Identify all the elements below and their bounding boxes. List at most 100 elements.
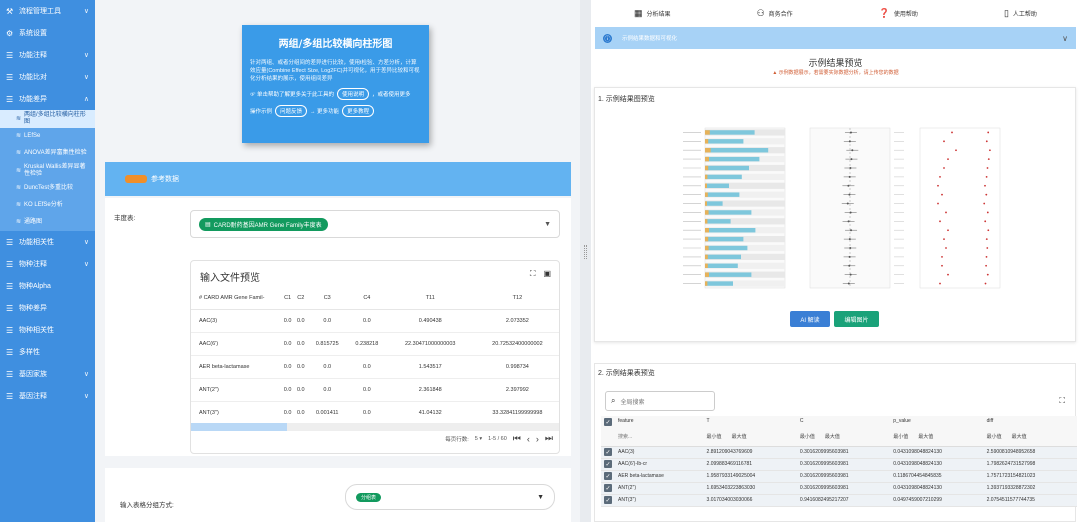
row-checkbox[interactable]: ✓ [604,496,612,504]
column-header[interactable]: # CARD AMR Gene Famil- [191,287,281,310]
column-header[interactable]: T11 [386,287,474,310]
tab-handshake[interactable]: ⚇ 商务合作 [757,8,793,19]
sidebar-item[interactable]: ☰ 功能相关性 ∨ [0,231,95,253]
min-filter-input[interactable]: 最小值 [893,433,908,440]
sidebar-item[interactable]: ☰ 基因家族 ∨ [0,363,95,385]
min-filter-input[interactable]: 最小值 [707,433,722,440]
chevron-icon[interactable]: ∨ [84,73,89,81]
sidebar-subitem[interactable]: ≋ LEfSe [0,128,95,145]
resize-grip-icon[interactable] [584,245,587,259]
ai-interpret-button[interactable]: AI 解读 [790,311,830,327]
edit-image-button[interactable]: 编辑图片 [834,311,879,327]
row-checkbox[interactable]: ✓ [604,472,612,480]
rows-per-page-select[interactable]: 5 ▾ [475,436,482,442]
tab-phone[interactable]: ▯ 人工帮助 [1004,8,1037,19]
chevron-icon[interactable]: ∧ [84,95,89,103]
sidebar-item[interactable]: ☰ 物种差异 [0,297,95,319]
min-filter-input[interactable]: 最小值 [800,433,815,440]
sidebar-subitem[interactable]: ≋ KO LEfSe分析 [0,197,95,214]
search-placeholder: 全局搜索 [620,399,645,406]
sidebar-subitem[interactable]: ≋ 通路图 [0,214,95,231]
sidebar-item[interactable]: ☰ 基因注释 ∨ [0,385,95,407]
help-prefix: ☞ 单击帮助了解更多关于此工具的 [250,92,335,98]
row-checkbox[interactable]: ✓ [604,448,612,456]
sidebar-subitem[interactable]: ≋ 两组/多组比较横向柱形图 [0,110,95,128]
reference-data-bar[interactable]: 参考数据 [105,162,571,196]
first-page-icon[interactable]: ⏮ [513,433,521,444]
chevron-down-icon[interactable]: ▼ [537,494,544,501]
prev-page-icon[interactable]: ‹ [527,434,530,444]
chevron-icon[interactable]: ∨ [84,370,89,378]
table-row[interactable]: ✓ ANT(3'') 3.017034003030066 0.941608249521… [601,494,1077,507]
row-checkbox[interactable]: ✓ [604,460,612,468]
min-filter-input[interactable]: 最小值 [987,433,1002,440]
sidebar-item[interactable]: ☰ 物种注释 ∨ [0,253,95,275]
chevron-icon[interactable]: ∨ [84,51,89,59]
tab-help[interactable]: ❓ 使用帮助 [879,8,918,19]
select-all-checkbox[interactable]: ✓ [604,418,612,426]
group-mode-chip[interactable]: 分组表 [356,492,382,502]
download-icon[interactable]: ▣ [543,269,551,279]
example-link[interactable]: 操作示例 [250,107,272,115]
row-select-cell: ✓ [601,494,615,507]
sidebar-item[interactable]: ☰ 物种Alpha [0,275,95,297]
feedback-pill-button[interactable]: 问题反馈 [275,105,308,117]
chevron-icon[interactable]: ∨ [84,260,89,268]
table-row[interactable]: ✓ AAC(6')-Ib-cr 2.099883469116781 0.3016209… [601,458,1077,471]
chevron-down-icon[interactable]: ▼ [544,221,551,228]
abundance-table-select[interactable]: ▤ CARD耐药基因AMR Gene Family丰度表 ▼ [190,210,560,238]
column-title[interactable]: C [800,418,887,424]
table-row[interactable]: ✓ AER beta-lactamase 1.9587933149025004 0.3… [601,470,1077,483]
panel-resizer[interactable] [580,0,591,522]
sidebar-item[interactable]: ☰ 物种相关性 [0,319,95,341]
column-header[interactable]: C2 [294,287,308,310]
fullscreen-icon[interactable]: ⛶ [530,269,536,279]
column-filter-input[interactable]: 搜索... [618,433,701,440]
tutorial-pill-button[interactable]: 更多教程 [342,105,375,117]
row-checkbox[interactable]: ✓ [604,484,612,492]
last-page-icon[interactable]: ⏭ [545,433,553,444]
sidebar-subitem[interactable]: ≋ ANOVA差异富集性检验 [0,145,95,162]
chevron-icon[interactable]: ∨ [84,392,89,400]
column-title[interactable]: feature [618,418,701,424]
sidebar-item[interactable]: ☰ 功能注释 ∨ [0,44,95,66]
selected-file-chip[interactable]: ▤ CARD耐药基因AMR Gene Family丰度表 [199,217,328,231]
max-filter-input[interactable]: 最大值 [732,433,747,440]
sidebar-item[interactable]: ⚒ 流程管理工具 ∨ [0,0,95,22]
column-header[interactable]: C1 [281,287,295,310]
search-input[interactable]: ⌕ 全局搜索 [605,391,715,411]
scroll-thumb[interactable] [191,423,287,431]
group-mode-select[interactable]: 分组表 ▼ [345,484,555,510]
column-header[interactable]: C4 [347,287,387,310]
column-header[interactable]: C3 [307,287,348,310]
horizontal-scrollbar[interactable] [191,423,559,431]
chevron-icon[interactable]: ∨ [84,238,89,246]
usage-pill-button[interactable]: 使用说明 [337,88,370,100]
example-accordion[interactable]: ⓘ 示例结果数据和可视化 ∨ [595,27,1076,49]
column-title[interactable]: diff [987,418,1074,424]
result-panel: ▦ 分析结果 ⚇ 商务合作 ❓ 使用帮助 ▯ 人工帮助 ⓘ 示例结果数据和可视化 ∨ 示例结果… [591,0,1080,522]
sidebar-subitem[interactable]: ≋ DuncTest多重比较 [0,180,95,197]
sidebar-subitem[interactable]: ≋ Kruskal Wallis差异显著性检验 [0,162,95,180]
scatter-point [986,211,989,214]
next-page-icon[interactable]: › [536,434,539,444]
chevron-down-icon[interactable]: ∨ [1062,34,1068,43]
max-filter-input[interactable]: 最大值 [918,433,933,440]
column-header[interactable]: T12 [473,287,559,310]
max-filter-input[interactable]: 最大值 [825,433,840,440]
sidebar-item[interactable]: ⚙ 系统设置 [0,22,95,44]
table-row[interactable]: ✓ AAC(3) 2.891209043769609 0.30162099956039… [601,446,1077,459]
table-cell: ANT(3'') [615,494,704,507]
chevron-icon[interactable]: ∨ [84,7,89,15]
bar-series-2 [705,245,709,251]
column-title[interactable]: p_value [893,418,980,424]
max-filter-input[interactable]: 最大值 [1012,433,1027,440]
fullscreen-icon[interactable]: ⛶ [1059,396,1065,406]
column-title[interactable]: T [707,418,794,424]
sidebar-item[interactable]: ☰ 多样性 [0,341,95,363]
sidebar-item[interactable]: ☰ 功能比对 ∨ [0,66,95,88]
tab-grid[interactable]: ▦ 分析结果 [634,8,671,19]
table-row[interactable]: ✓ ANT(2'') 1.6953403223863030 0.30162099956… [601,482,1077,495]
scatter-point [983,202,986,205]
sidebar-item[interactable]: ☰ 功能差异 ∧ [0,88,95,110]
